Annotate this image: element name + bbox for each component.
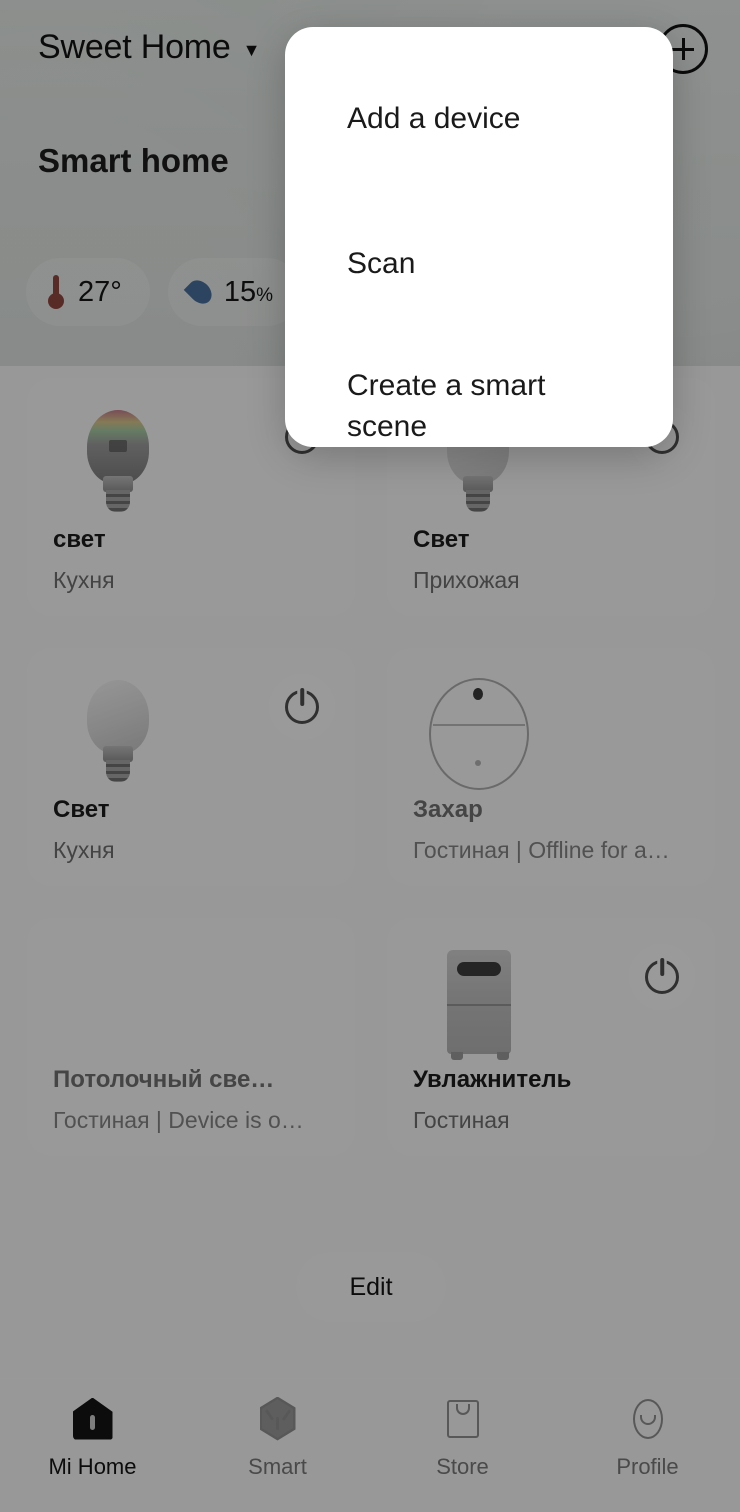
bottom-tab-bar: Mi Home Smart Store Profile [0, 1378, 740, 1512]
device-name: Свет [413, 526, 470, 553]
device-room: Прихожая [413, 567, 520, 593]
white-bulb-icon [65, 674, 173, 792]
device-card-potolochny-svet[interactable]: Потолочный све… Гостиная | Device is o… [27, 918, 355, 1156]
power-toggle-button[interactable] [269, 674, 335, 740]
thermometer-icon [48, 275, 64, 309]
device-name: Увлажнитель [413, 1066, 572, 1093]
shopping-bag-icon [440, 1396, 486, 1442]
device-card-uvlazhnitel[interactable]: Увлажнитель Гостиная [387, 918, 715, 1156]
tab-label: Smart [248, 1453, 307, 1479]
home-name-label: Sweet Home [38, 28, 231, 66]
profile-face-icon [625, 1396, 671, 1442]
device-name: Потолочный све… [53, 1066, 275, 1093]
tab-label: Profile [616, 1453, 679, 1479]
temperature-chip[interactable]: 27° [26, 258, 150, 326]
device-card-svet-kuhnya[interactable]: Свет Кухня [27, 648, 355, 886]
water-drop-icon [183, 275, 217, 309]
chevron-down-icon: ▼ [242, 39, 261, 60]
hexagon-smart-icon [255, 1396, 301, 1442]
tab-mi-home[interactable]: Mi Home [0, 1379, 185, 1512]
add-menu-popup: Add a device Scan Create a smart scene [285, 27, 673, 447]
menu-item-scan[interactable]: Scan [347, 244, 615, 285]
edit-button[interactable]: Edit [296, 1252, 446, 1322]
temperature-value: 27° [78, 275, 122, 308]
tab-label: Store [436, 1453, 489, 1479]
tab-store[interactable]: Store [370, 1379, 555, 1512]
humidity-value: 15% [223, 275, 274, 308]
device-grid: свет Кухня Свет Прихожая Свет Кухня Заха… [27, 378, 715, 1156]
robot-vacuum-icon [425, 674, 533, 792]
menu-item-create-a-smart-scene[interactable]: Create a smart scene [347, 366, 615, 447]
device-room: Гостиная [413, 1107, 510, 1133]
device-room: Кухня [53, 837, 115, 863]
device-card-zahar-vacuum[interactable]: Захар Гостиная | Offline for a… [387, 648, 715, 886]
humidity-chip[interactable]: 15% [167, 258, 302, 326]
mi-home-app-screen: Sweet Home ▼ Smart home 27° 15% свет Кух… [0, 0, 740, 1512]
humidifier-icon [425, 944, 533, 1062]
power-toggle-button[interactable] [629, 944, 695, 1010]
device-room: Гостиная | Offline for a… [413, 837, 670, 863]
tab-smart[interactable]: Smart [185, 1379, 370, 1512]
power-icon [645, 958, 679, 994]
device-room: Гостиная | Device is o… [53, 1107, 304, 1133]
environment-chips: 27° 15% [26, 258, 302, 326]
home-selector[interactable]: Sweet Home ▼ [38, 28, 260, 67]
tab-profile[interactable]: Profile [555, 1379, 740, 1512]
page-title: Smart home [38, 142, 229, 179]
menu-item-add-a-device[interactable]: Add a device [347, 99, 615, 140]
home-icon [70, 1396, 116, 1442]
device-name: Свет [53, 796, 110, 823]
tab-label: Mi Home [48, 1453, 137, 1479]
device-room: Кухня [53, 567, 115, 593]
device-name: свет [53, 526, 106, 553]
device-name: Захар [413, 796, 483, 823]
ceiling-light-icon [57, 938, 165, 1058]
power-icon [285, 688, 319, 724]
rgb-bulb-icon [65, 404, 173, 522]
